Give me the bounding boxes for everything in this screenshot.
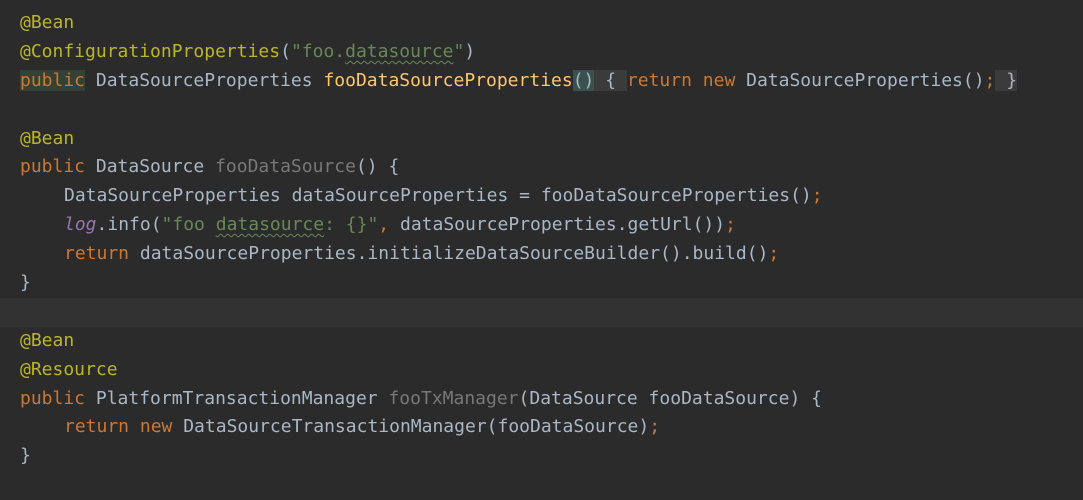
code-token: return xyxy=(64,243,140,265)
code-token: fooDataSourceProperties xyxy=(323,69,573,91)
code-line[interactable]: ​ xyxy=(0,96,1083,125)
code-token: ; xyxy=(725,214,736,236)
code-token: log xyxy=(64,214,97,236)
code-token: ; xyxy=(649,416,661,438)
code-token: datasource xyxy=(345,40,454,62)
code-token: " xyxy=(453,40,465,62)
code-line[interactable]: return dataSourceProperties.initializeDa… xyxy=(0,240,1083,269)
code-token: "foo xyxy=(161,214,216,236)
code-token: @Resource xyxy=(20,358,118,380)
code-token: } xyxy=(20,272,31,294)
code-line[interactable]: ​ xyxy=(0,471,1083,500)
code-token: return new xyxy=(626,69,747,91)
code-token: ) xyxy=(464,40,476,62)
code-token: ; xyxy=(811,185,823,207)
code-token: public xyxy=(20,387,96,409)
code-token: .info( xyxy=(96,214,162,236)
code-token: ; xyxy=(984,69,996,91)
code-token: { xyxy=(594,69,627,91)
code-editor[interactable]: @Bean @ConfigurationProperties("foo.datas… xyxy=(0,9,1083,500)
code-token: @Bean xyxy=(20,12,75,33)
code-token: fooTxManager xyxy=(388,387,519,409)
code-line[interactable]: return new DataSourceTransactionManager(… xyxy=(0,413,1083,442)
code-token: (DataSource fooDataSource) { xyxy=(518,387,822,409)
code-line[interactable]: @Bean xyxy=(0,9,1083,38)
code-token: : {}" xyxy=(324,214,379,236)
code-token: DataSourceProperties dataSourcePropertie… xyxy=(64,185,812,207)
code-line[interactable]: public DataSource fooDataSource() { xyxy=(0,153,1083,182)
code-token: DataSourceTransactionManager(fooDataSour… xyxy=(183,416,650,438)
code-line[interactable]: ​ xyxy=(0,297,1083,327)
code-token: @Bean xyxy=(20,329,75,351)
code-token: "foo. xyxy=(290,40,346,62)
code-token: DataSource xyxy=(95,156,216,178)
code-token: , xyxy=(378,214,400,236)
code-line[interactable]: } xyxy=(0,269,1083,298)
code-token: ; xyxy=(768,243,780,265)
code-token: return new xyxy=(64,416,184,438)
code-token: } xyxy=(995,69,1018,91)
code-token: public xyxy=(20,69,86,91)
code-line[interactable]: @ConfigurationProperties("foo.datasource… xyxy=(0,38,1083,67)
code-line[interactable]: DataSourceProperties dataSourcePropertie… xyxy=(0,182,1083,211)
code-token: DataSourceProperties() xyxy=(746,69,985,91)
code-line[interactable]: public PlatformTransactionManager fooTxM… xyxy=(0,385,1083,414)
code-token: PlatformTransactionManager xyxy=(95,387,389,409)
code-token: DataSourceProperties xyxy=(85,69,324,91)
code-token: fooDataSource xyxy=(215,156,356,178)
code-token: public xyxy=(20,156,96,178)
code-token: @Bean xyxy=(20,127,75,149)
code-token: () xyxy=(572,69,595,91)
code-line[interactable]: public DataSourceProperties fooDataSourc… xyxy=(0,67,1083,96)
code-line[interactable]: log.info("foo datasource: {}", dataSourc… xyxy=(0,211,1083,240)
code-line[interactable]: } xyxy=(0,442,1083,471)
code-line[interactable]: @Resource xyxy=(0,356,1083,385)
code-token: datasource xyxy=(215,214,325,236)
code-token: @ConfigurationProperties xyxy=(20,40,281,62)
code-token: () { xyxy=(355,156,400,178)
code-token: } xyxy=(20,445,31,467)
code-token: dataSourceProperties.getUrl()) xyxy=(399,214,726,236)
code-token: dataSourceProperties.initializeDataSourc… xyxy=(139,243,769,265)
code-line[interactable]: @Bean xyxy=(0,125,1083,154)
code-line[interactable]: @Bean xyxy=(0,327,1083,356)
code-token: ( xyxy=(280,40,291,62)
